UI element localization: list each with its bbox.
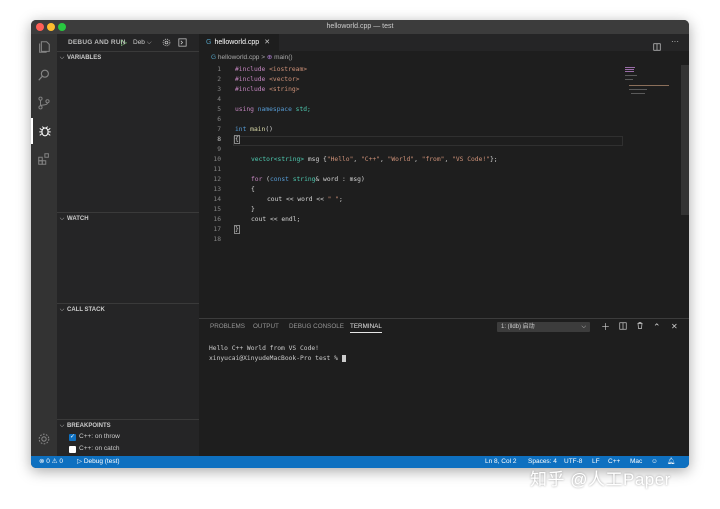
debug-toolbar: DEBUG AND RUN ▷ Deb ⌵ xyxy=(57,34,199,51)
checkbox-unchecked[interactable] xyxy=(69,445,76,453)
cursor-position[interactable]: Ln 8, Col 2 xyxy=(485,456,516,468)
watermark: 知乎 @人工Paper xyxy=(530,470,671,489)
line-number: 1 xyxy=(217,66,221,73)
trash-icon[interactable] xyxy=(636,321,644,333)
variables-section-header[interactable]: ⌵ VARIABLES xyxy=(57,51,199,63)
terminal-cursor xyxy=(341,354,346,362)
editor-tab-bar: Ghelloworld.cpp ✕ ··· xyxy=(199,34,689,51)
activity-bar xyxy=(31,34,57,456)
close-tab-icon[interactable]: ✕ xyxy=(264,39,270,46)
tab-debug-console[interactable]: DEBUG CONSOLE xyxy=(289,322,344,332)
problems-status[interactable]: ⊗ 0 ⚠ 0 xyxy=(39,456,63,468)
line-number: 3 xyxy=(217,86,221,93)
explorer-icon[interactable] xyxy=(31,34,57,60)
play-icon: ▷ xyxy=(77,458,82,465)
chevron-down-icon: ⌵ xyxy=(59,423,65,429)
new-terminal-icon[interactable]: ＋ xyxy=(601,321,610,333)
more-actions-icon[interactable]: ··· xyxy=(671,34,679,49)
line-number: 2 xyxy=(217,76,221,83)
source-control-icon[interactable] xyxy=(31,90,57,116)
launch-config-select[interactable]: Deb ⌵ xyxy=(133,38,152,47)
terminal-output[interactable]: Hello C++ World from VS Code! xinyucai@X… xyxy=(209,344,346,364)
current-line-highlight xyxy=(233,136,623,146)
title-bar: helloworld.cpp — test xyxy=(31,20,689,34)
chevron-down-icon: ⌵ xyxy=(59,307,65,313)
breadcrumb-symbol[interactable]: main() xyxy=(274,54,292,61)
cpp-file-icon: G xyxy=(206,39,212,46)
line-number: 7 xyxy=(217,126,221,133)
cpp-file-icon: G xyxy=(211,54,217,61)
settings-gear-icon[interactable] xyxy=(31,426,57,452)
chevron-down-icon: ⌵ xyxy=(59,216,65,222)
breakpoint-item[interactable]: C++: on catch xyxy=(69,444,119,454)
line-number: 10 xyxy=(213,156,221,163)
terminal-line: Hello C++ World from VS Code! xyxy=(209,345,319,352)
maximize-window-button[interactable] xyxy=(58,23,66,31)
breakpoint-item[interactable]: ✓ C++: on throw xyxy=(69,432,120,442)
bottom-panel: PROBLEMS OUTPUT DEBUG CONSOLE TERMINAL 1… xyxy=(199,318,689,457)
split-terminal-icon[interactable] xyxy=(619,321,627,333)
tab-helloworld-cpp[interactable]: Ghelloworld.cpp ✕ xyxy=(199,34,279,51)
tab-problems[interactable]: PROBLEMS xyxy=(210,322,245,332)
editor-area: Ghelloworld.cpp ✕ ··· G helloworld.cpp > … xyxy=(199,34,689,318)
start-debugging-icon[interactable]: ▷ xyxy=(121,34,127,51)
breadcrumb-separator: > xyxy=(261,54,266,61)
terminal-prompt: xinyucai@XinyudeMacBook-Pro test % xyxy=(209,355,342,362)
line-number: 17 xyxy=(213,226,221,233)
editor-scrollbar[interactable] xyxy=(681,65,689,215)
chevron-down-icon: ⌵ xyxy=(59,55,65,61)
line-number: 15 xyxy=(213,206,221,213)
close-window-button[interactable] xyxy=(36,23,44,31)
line-number: 13 xyxy=(213,186,221,193)
sidebar-title: DEBUG AND RUN xyxy=(68,39,126,46)
breadcrumb-file[interactable]: helloworld.cpp xyxy=(218,54,260,61)
checkbox-checked[interactable]: ✓ xyxy=(69,433,76,441)
line-number: 5 xyxy=(217,106,221,113)
debug-status[interactable]: ▷ Debug (test) xyxy=(77,456,120,468)
extensions-icon[interactable] xyxy=(31,146,57,172)
line-number: 9 xyxy=(217,146,221,153)
split-editor-icon[interactable] xyxy=(653,38,661,56)
minimize-window-button[interactable] xyxy=(47,23,55,31)
vscode-window: helloworld.cpp — test DEBUG AND RUN ▷ De… xyxy=(31,20,689,468)
line-number: 18 xyxy=(213,236,221,243)
line-number: 16 xyxy=(213,216,221,223)
tab-output[interactable]: OUTPUT xyxy=(253,322,279,332)
line-number: 12 xyxy=(213,176,221,183)
chevron-down-icon: ⌵ xyxy=(146,39,152,46)
line-number: 8 xyxy=(217,136,221,143)
debug-icon[interactable] xyxy=(31,118,57,144)
function-symbol-icon: ⊕ xyxy=(266,54,273,61)
minimap[interactable] xyxy=(625,65,677,95)
line-number: 14 xyxy=(213,196,221,203)
call-stack-section-header[interactable]: ⌵ CALL STACK xyxy=(57,303,199,315)
line-number: 6 xyxy=(217,116,221,123)
line-number: 11 xyxy=(213,166,221,173)
chevron-down-icon: ⌵ xyxy=(581,324,586,330)
maximize-panel-icon[interactable]: ⌃ xyxy=(653,321,661,333)
close-panel-icon[interactable]: ✕ xyxy=(671,321,678,333)
terminal-select[interactable]: 1: (lldb) 启动 ⌵ xyxy=(497,322,590,332)
tab-terminal[interactable]: TERMINAL xyxy=(350,322,382,333)
warning-icon: ⚠ xyxy=(51,458,58,465)
line-number: 4 xyxy=(217,96,221,103)
window-title: helloworld.cpp — test xyxy=(326,23,394,30)
breadcrumb: G helloworld.cpp > ⊕ main() xyxy=(211,53,293,62)
error-icon: ⊗ xyxy=(39,458,45,465)
breakpoints-section-header[interactable]: ⌵ BREAKPOINTS xyxy=(57,419,199,431)
watch-section-header[interactable]: ⌵ WATCH xyxy=(57,212,199,224)
debug-sidebar: DEBUG AND RUN ▷ Deb ⌵ ⌵ VARIABLES ⌵ WATCH … xyxy=(57,34,199,456)
search-icon[interactable] xyxy=(31,62,57,88)
